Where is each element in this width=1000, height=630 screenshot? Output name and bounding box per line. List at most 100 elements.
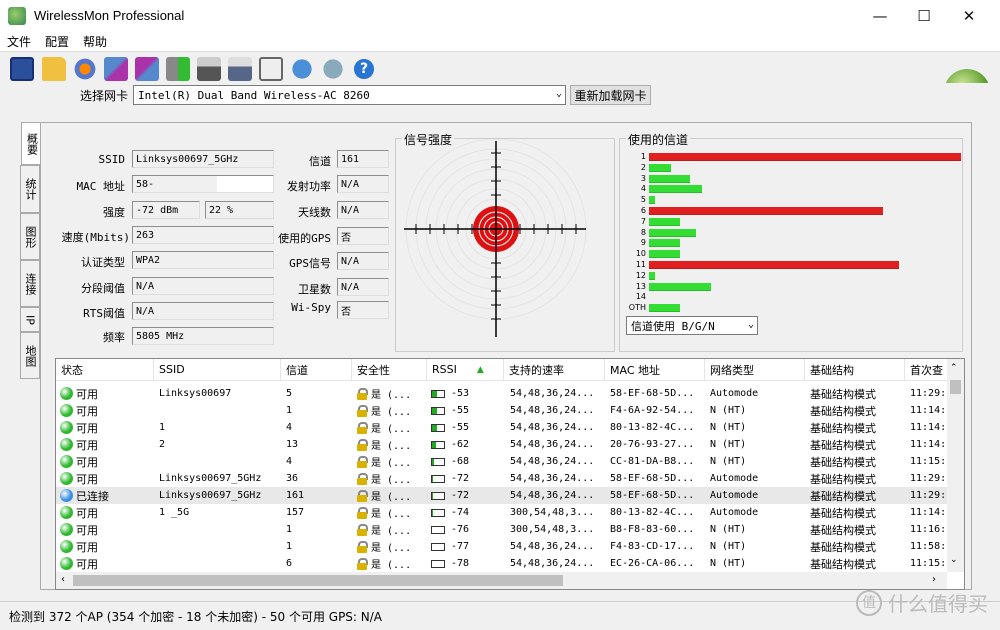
tab-summary[interactable]: 概要 [21,122,41,165]
cell-ssid: Linksys00697_5GHz [159,490,262,501]
scroll-down-icon[interactable]: ⌄ [950,555,958,565]
cell-status: 可用 [60,555,154,572]
tab-ip[interactable]: IP [20,307,40,332]
menu-help[interactable]: 帮助 [83,33,107,50]
cell-type: N (HT) [710,439,747,450]
chat-icon[interactable] [321,57,345,81]
col-type[interactable]: 网络类型 [705,359,805,381]
cell-ch: 36 [286,473,299,484]
lock-icon [357,557,368,570]
horizontal-scroll-thumb[interactable] [73,575,563,586]
strength-percent: 22 % [205,201,274,219]
col-first-seen[interactable]: 首次查 [905,359,950,381]
lock-icon [357,506,368,519]
scroll-up-icon[interactable]: ⌃ [950,363,958,373]
channel-bar [649,185,702,194]
menu-config[interactable]: 配置 [45,33,69,50]
save-icon[interactable] [10,57,34,81]
network-icon[interactable] [104,57,128,81]
col-security[interactable]: 安全性 [352,359,427,381]
table-row[interactable]: 可用 4 是 (... -68 54,48,36,24... CC-81-DA-B8...… [56,453,948,470]
col-ssid[interactable]: SSID [154,359,281,381]
lock-icon [357,455,368,468]
minimize-button[interactable]: — [857,0,903,31]
txpower-label: 发射功率 [287,180,331,193]
col-mac[interactable]: MAC 地址 [605,359,705,381]
table-row[interactable]: 可用 1 是 (... -55 54,48,36,24... F4-6A-92-54...… [56,402,948,419]
status-dot-icon [60,506,73,519]
table-row[interactable]: 可用 2 13 是 (... -62 54,48,36,24... 20-76-93-27.… [56,436,948,453]
table-row[interactable]: 可用 1 是 (... -77 54,48,36,24... F4-83-CD-17...… [56,538,948,555]
channel-label: 信道 [309,155,331,168]
cell-rates: 54,48,36,24... [510,558,595,569]
channel-label: 5 [640,195,646,205]
channel-bar [649,196,655,205]
network-alt-icon[interactable] [135,57,159,81]
nic-select[interactable]: Intel(R) Dual Band Wireless-AC 8260 ⌄ [133,85,566,105]
cell-ch: 5 [286,388,293,399]
col-rssi-label: RSSI [432,363,457,376]
lock-icon [357,438,368,451]
menu-file[interactable]: 文件 [7,33,31,50]
ssid-label: SSID [98,153,126,166]
col-status[interactable]: 状态 [56,359,154,381]
table-row[interactable]: 可用 1 4 是 (... -55 54,48,36,24... 80-13-82-4C..… [56,419,948,436]
cell-ssid: Linksys00697 [159,388,232,399]
maximize-button[interactable]: ☐ [901,0,947,31]
col-rssi[interactable]: RSSI ▲ [427,359,504,381]
mac-value: 58- [132,175,274,193]
clipboard-icon[interactable] [259,57,283,81]
vertical-scroll-thumb[interactable] [950,380,961,394]
globe-icon[interactable] [290,57,314,81]
table-row[interactable]: 可用 6 是 (... -78 54,48,36,24... EC-26-CA-06...… [56,555,948,572]
status-text: 检测到 372 个AP (354 个加密 - 18 个未加密) - 50 个可用… [9,609,383,624]
col-infra[interactable]: 基础结构 [805,359,905,381]
tab-map[interactable]: 地图 [20,332,40,379]
cell-infra: 基础结构模式 [810,421,876,435]
cell-ssid [159,521,281,538]
cell-rssi: -53 [431,385,504,402]
tab-connect[interactable]: 连接 [20,260,40,307]
scroll-left-icon[interactable]: ‹ [61,574,65,585]
table-row[interactable]: 可用 Linksys00697 5 是 (... -53 54,48,36,24... 58… [56,385,948,402]
signal-radar [404,139,587,337]
table-row[interactable]: 可用 1 是 (... -76 300,54,48,3... B8-F8-83-60...… [56,521,948,538]
title-bar: WirelessMon Professional — ☐ ✕ [0,0,1000,31]
table-row[interactable]: 可用 1 _5G 157 是 (... -74 300,54,48,3... 80-13-8… [56,504,948,521]
cell-ssid [159,555,281,572]
ssid-value: Linksys00697_5GHz [132,150,274,168]
channel-mode-select[interactable]: 信道使用 B/G/N ⌄ [626,316,758,335]
txpower-value: N/A [337,175,389,193]
col-channel[interactable]: 信道 [281,359,352,381]
cell-sec: 是 (... [357,521,427,538]
gps-used-label: 使用的GPS [278,232,331,245]
cell-type: Automode [710,388,759,399]
cell-rssi: -55 [431,402,504,419]
speed-label: 速度(Mbits) [61,231,130,244]
col-rates[interactable]: 支持的速率 [504,359,605,381]
cell-first: 11:15: [910,456,947,467]
table-row[interactable]: 可用 Linksys00697_5GHz 36 是 (... -72 54,48,36,2… [56,470,948,487]
tab-graph[interactable]: 图形 [20,213,40,260]
signal-bar-icon [431,406,445,415]
reload-nic-button[interactable]: 重新加载网卡 [570,85,651,105]
record-icon[interactable] [73,57,97,81]
cell-ssid [159,538,281,555]
cell-infra: 基础结构模式 [810,404,876,418]
table-row[interactable]: 已连接 Linksys00697_5GHz 161 是 (... -72 54,48,36… [56,487,948,504]
scroll-right-icon[interactable]: › [932,574,936,585]
cell-first: 11:29: [910,490,947,501]
channel-label: 3 [640,173,646,183]
vertical-scrollbar[interactable]: ⌃ ⌄ [947,359,964,572]
print-icon[interactable] [197,57,221,81]
play-icon[interactable] [166,57,190,81]
printer-check-icon[interactable] [228,57,252,81]
channel-label: 1 [640,152,646,161]
open-folder-icon[interactable] [42,57,66,81]
close-button[interactable]: ✕ [946,0,992,31]
rts-label: RTS阈值 [83,307,125,320]
help-icon[interactable]: ? [352,57,376,81]
horizontal-scrollbar[interactable]: ‹ › [56,572,947,589]
tab-stats[interactable]: 统计 [20,165,40,213]
lock-icon [357,421,368,434]
